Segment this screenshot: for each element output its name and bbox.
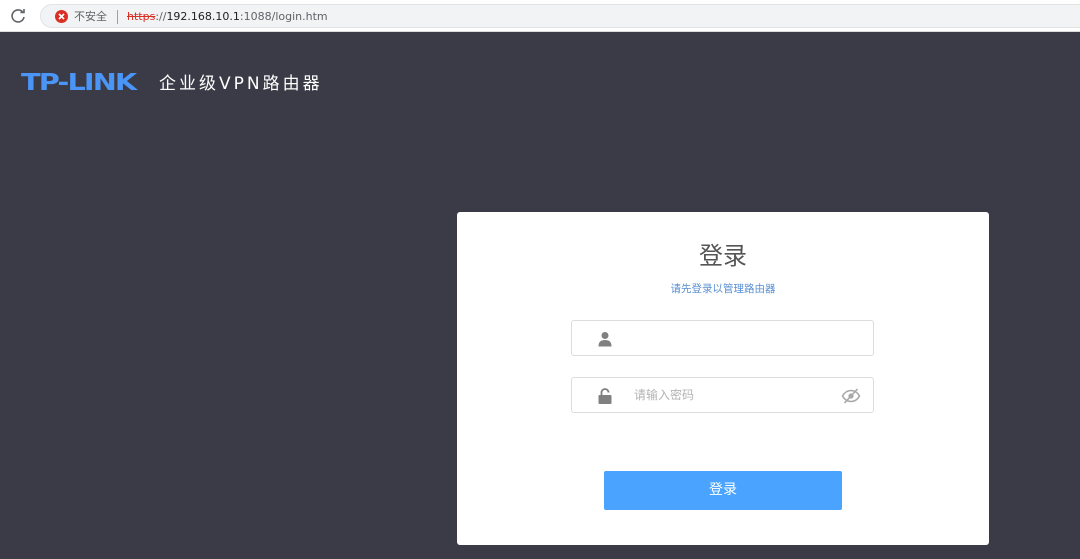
url-scheme: https <box>127 10 156 23</box>
address-bar[interactable]: 不安全 https://192.168.10.1:1088/login.htm <box>40 4 1080 28</box>
url-path: :1088/login.htm <box>239 10 328 23</box>
url-host: 192.168.10.1 <box>166 10 240 23</box>
browser-toolbar: 不安全 https://192.168.10.1:1088/login.htm <box>0 0 1080 32</box>
login-title: 登录 <box>699 242 747 270</box>
password-input[interactable] <box>634 384 834 406</box>
not-secure-warning-icon[interactable] <box>55 10 68 23</box>
login-subtitle: 请先登录以管理路由器 <box>670 283 776 295</box>
login-button[interactable]: 登录 <box>604 471 842 510</box>
tp-link-logo: TP-LINK <box>21 70 137 96</box>
product-name: 企业级VPN路由器 <box>159 74 323 94</box>
username-input[interactable] <box>634 327 834 349</box>
not-secure-label[interactable]: 不安全 <box>74 10 107 24</box>
password-field[interactable] <box>571 377 874 413</box>
login-card: 登录 请先登录以管理路由器 登录 <box>457 212 989 545</box>
eye-hidden-icon[interactable] <box>841 388 861 404</box>
username-field[interactable] <box>571 320 874 356</box>
url-text[interactable]: https://192.168.10.1:1088/login.htm <box>127 10 328 24</box>
lock-icon <box>598 388 612 404</box>
reload-icon[interactable] <box>8 6 28 26</box>
user-icon <box>598 331 612 347</box>
url-scheme-separator: :// <box>155 10 167 23</box>
address-separator <box>117 10 118 24</box>
